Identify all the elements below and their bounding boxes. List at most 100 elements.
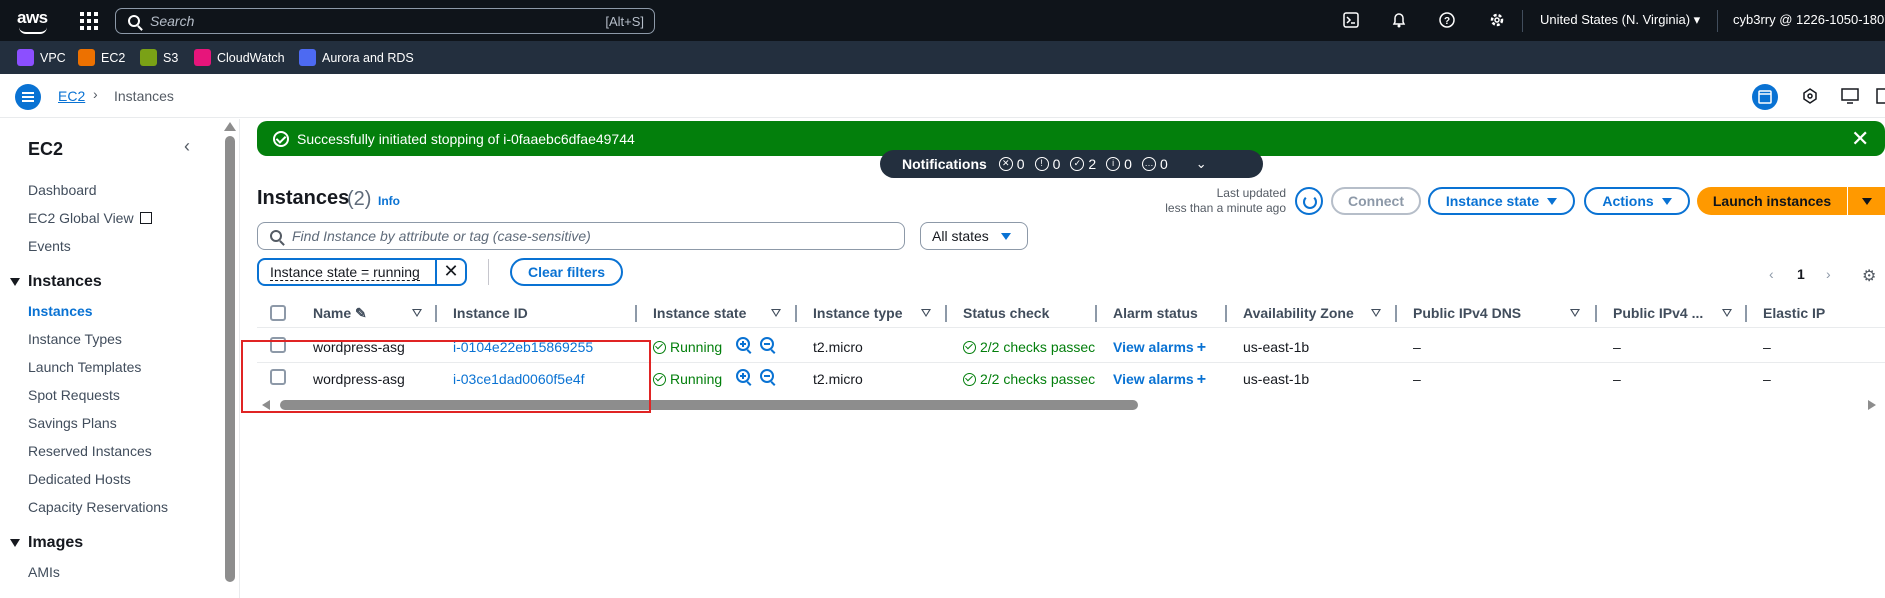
view-alarms-link[interactable]: View alarms + — [1113, 339, 1206, 357]
monitor-icon[interactable] — [1840, 86, 1862, 108]
sidebar-item-capacity-reservations[interactable]: Capacity Reservations — [28, 499, 168, 515]
sidebar-item-launch-templates[interactable]: Launch Templates — [28, 359, 141, 375]
column-resizer[interactable] — [635, 305, 637, 322]
shortcuts-icon[interactable] — [1800, 86, 1822, 108]
column-resizer[interactable] — [795, 305, 797, 322]
column-header-instance-type[interactable]: Instance type — [813, 305, 902, 321]
scroll-up-arrow-icon[interactable] — [224, 122, 236, 131]
row-public-ipv4: – — [1613, 371, 1621, 387]
notifications-bar[interactable]: Notifications ✕ 0 ! 0 ✓ 2 i0 … 0 ⌄ — [880, 150, 1263, 178]
column-header-public-ipv4[interactable]: Public IPv4 ... — [1613, 305, 1703, 321]
info-count-value: 0 — [1124, 156, 1132, 172]
sidebar-item-reserved-instances[interactable]: Reserved Instances — [28, 443, 152, 459]
global-search-input[interactable]: Search [Alt+S] — [115, 8, 655, 34]
favorite-aurora-rds[interactable]: Aurora and RDS — [299, 49, 414, 66]
column-resizer[interactable] — [1745, 305, 1747, 322]
find-instance-input[interactable]: Find Instance by attribute or tag (case-… — [257, 222, 905, 250]
column-resizer[interactable] — [1395, 305, 1397, 322]
sort-icon[interactable] — [1371, 309, 1381, 317]
add-alarm-plus-icon[interactable]: + — [1197, 371, 1206, 388]
breadcrumb-chevron-icon: › — [93, 86, 98, 102]
info-link[interactable]: Info — [378, 194, 400, 208]
remove-filter-close-icon[interactable]: ✕ — [435, 258, 465, 286]
filter-token[interactable]: Instance state = running ✕ — [257, 258, 467, 286]
favorite-cloudwatch[interactable]: CloudWatch — [194, 49, 285, 66]
help-icon[interactable]: ? — [1438, 12, 1456, 30]
next-page-chevron-icon[interactable]: › — [1826, 266, 1831, 282]
sidebar-item-instance-types[interactable]: Instance Types — [28, 331, 122, 347]
filter-token-label[interactable]: Instance state = running — [270, 264, 420, 281]
launch-instances-button[interactable]: Launch instances — [1697, 187, 1847, 215]
actions-button[interactable]: Actions — [1584, 187, 1690, 215]
column-resizer[interactable] — [1595, 305, 1597, 322]
zoom-out-icon[interactable] — [760, 337, 774, 351]
sort-icon[interactable] — [412, 309, 422, 317]
sidebar-item-events[interactable]: Events — [28, 238, 71, 254]
account-menu[interactable]: cyb3rry @ 1226-1050-1807 — [1733, 12, 1885, 27]
zoom-in-icon[interactable] — [736, 337, 750, 351]
view-alarms-link[interactable]: View alarms + — [1113, 371, 1206, 389]
column-resizer[interactable] — [1225, 305, 1227, 322]
aws-logo[interactable]: aws — [17, 8, 49, 34]
sidebar-item-spot-requests[interactable]: Spot Requests — [28, 387, 120, 403]
column-resizer[interactable] — [1095, 305, 1097, 322]
column-header-alarm-status[interactable]: Alarm status — [1113, 305, 1198, 321]
caret-down-icon — [10, 538, 20, 547]
sort-icon[interactable] — [1570, 309, 1580, 317]
sidebar-item-dedicated-hosts[interactable]: Dedicated Hosts — [28, 471, 131, 487]
states-select[interactable]: All states — [920, 222, 1028, 250]
column-header-availability-zone[interactable]: Availability Zone — [1243, 305, 1354, 321]
favorite-s3[interactable]: S3 — [140, 49, 178, 66]
sidebar-item-amis[interactable]: AMIs — [28, 564, 60, 580]
prev-page-chevron-icon[interactable]: ‹ — [1769, 266, 1774, 282]
select-all-checkbox[interactable] — [270, 305, 286, 321]
sort-icon[interactable] — [1722, 309, 1732, 317]
scroll-right-arrow-icon[interactable] — [1868, 400, 1876, 410]
bell-icon[interactable] — [1390, 12, 1408, 30]
column-header-status-check[interactable]: Status check — [963, 305, 1049, 321]
sidebar-section-instances[interactable]: Instances — [10, 273, 102, 291]
dismiss-close-icon[interactable]: ✕ — [1851, 126, 1869, 152]
cloudshell-icon[interactable] — [1342, 12, 1360, 30]
add-alarm-plus-icon[interactable]: + — [1197, 339, 1206, 356]
column-header-name[interactable]: Name ✎ — [313, 305, 367, 322]
table-preferences-gear-icon[interactable]: ⚙ — [1862, 266, 1876, 286]
sort-icon[interactable] — [921, 309, 931, 317]
collapse-sidebar-icon[interactable]: ‹ — [184, 136, 190, 157]
favorite-vpc[interactable]: VPC — [17, 49, 66, 66]
column-resizer[interactable] — [435, 305, 437, 322]
chevron-down-icon[interactable]: ⌄ — [1196, 156, 1207, 172]
info-panel-icon[interactable] — [1752, 84, 1778, 110]
hamburger-menu-icon[interactable] — [15, 84, 41, 110]
instance-state-button[interactable]: Instance state — [1428, 187, 1575, 215]
sidebar-scrollbar[interactable] — [225, 136, 235, 582]
column-header-elastic-ip[interactable]: Elastic IP — [1763, 305, 1825, 321]
sidebar-item-savings-plans[interactable]: Savings Plans — [28, 415, 117, 431]
zoom-out-icon[interactable] — [760, 369, 774, 383]
services-grid-icon[interactable] — [80, 12, 98, 30]
breadcrumb-ec2[interactable]: EC2 — [58, 88, 85, 104]
column-header-instance-id[interactable]: Instance ID — [453, 305, 528, 321]
sidebar-item-instances[interactable]: Instances — [28, 303, 93, 319]
clear-filters-button[interactable]: Clear filters — [510, 258, 623, 286]
success-count: ✓ 2 — [1070, 156, 1096, 172]
favorite-ec2[interactable]: EC2 — [78, 49, 125, 66]
sidebar-title[interactable]: EC2 — [28, 139, 63, 160]
connect-button[interactable]: Connect — [1331, 187, 1421, 215]
launch-dropdown-button[interactable] — [1848, 187, 1885, 215]
last-updated-label: Last updated — [1216, 186, 1286, 200]
split-panel-icon[interactable] — [1876, 86, 1885, 108]
zoom-in-icon[interactable] — [736, 369, 750, 383]
sidebar-item-dashboard[interactable]: Dashboard — [28, 182, 97, 198]
cloudwatch-icon — [194, 49, 211, 66]
refresh-icon[interactable] — [1295, 187, 1323, 215]
sidebar-section-images[interactable]: Images — [10, 534, 83, 552]
page-number[interactable]: 1 — [1797, 266, 1805, 282]
settings-gear-icon[interactable] — [1488, 12, 1506, 30]
column-header-instance-state[interactable]: Instance state — [653, 305, 746, 321]
sort-icon[interactable] — [771, 309, 781, 317]
column-header-public-ipv4-dns[interactable]: Public IPv4 DNS — [1413, 305, 1521, 321]
sidebar-item-global-view[interactable]: EC2 Global View — [28, 210, 153, 226]
column-resizer[interactable] — [945, 305, 947, 322]
region-selector[interactable]: United States (N. Virginia) ▾ — [1540, 12, 1700, 28]
